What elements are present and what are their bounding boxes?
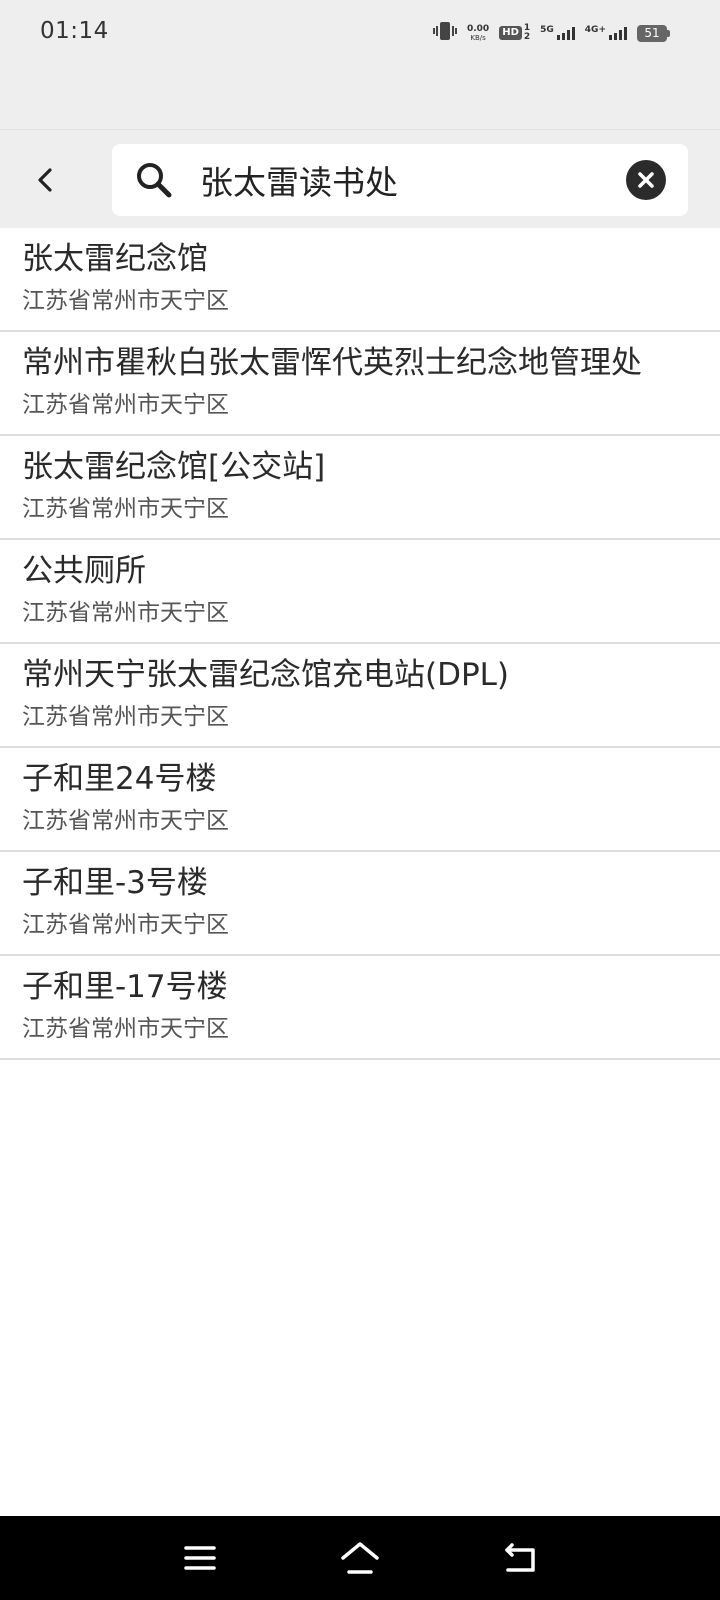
list-item[interactable]: 常州天宁张太雷纪念馆充电站(DPL) 江苏省常州市天宁区 xyxy=(0,644,720,748)
result-address: 江苏省常州市天宁区 xyxy=(22,912,229,938)
vibrate-icon xyxy=(432,20,457,46)
result-address: 江苏省常州市天宁区 xyxy=(22,496,229,522)
status-time: 01:14 xyxy=(40,18,109,44)
net-speed-value: 0.00 xyxy=(466,23,490,34)
hd-label: HD xyxy=(499,26,522,40)
results-list: 张太雷纪念馆 江苏省常州市天宁区 常州市瞿秋白张太雷恽代英烈士纪念地管理处 江苏… xyxy=(0,228,720,1060)
result-address: 江苏省常州市天宁区 xyxy=(22,392,229,418)
list-item[interactable]: 子和里-3号楼 江苏省常州市天宁区 xyxy=(0,852,720,956)
result-title: 张太雷纪念馆 xyxy=(22,241,208,277)
list-item[interactable]: 张太雷纪念馆 江苏省常州市天宁区 xyxy=(0,228,720,332)
home-button[interactable] xyxy=(338,1536,382,1580)
signal-4g-icon: 4G+ xyxy=(585,26,627,40)
back-button[interactable] xyxy=(20,150,70,210)
result-title: 公共厕所 xyxy=(22,553,146,589)
result-title: 常州市瞿秋白张太雷恽代英烈士纪念地管理处 xyxy=(22,345,642,381)
hd-volte-icon: HD 1 2 xyxy=(499,24,530,41)
list-item[interactable]: 张太雷纪念馆[公交站] 江苏省常州市天宁区 xyxy=(0,436,720,540)
menu-icon xyxy=(184,1546,216,1570)
battery-level: 51 xyxy=(637,24,667,42)
result-title: 子和里-17号楼 xyxy=(22,969,228,1005)
result-title: 常州天宁张太雷纪念馆充电站(DPL) xyxy=(22,657,510,693)
list-item[interactable]: 公共厕所 江苏省常州市天宁区 xyxy=(0,540,720,644)
result-title: 张太雷纪念馆[公交站] xyxy=(22,449,326,485)
search-box[interactable] xyxy=(112,144,688,216)
search-header xyxy=(0,130,720,228)
result-title: 子和里-3号楼 xyxy=(22,865,208,901)
result-address: 江苏省常州市天宁区 xyxy=(22,1016,229,1042)
back-nav-button[interactable] xyxy=(498,1536,542,1580)
signal-5g-icon: 5G xyxy=(540,26,575,40)
result-address: 江苏省常州市天宁区 xyxy=(22,808,229,834)
menu-button[interactable] xyxy=(178,1536,222,1580)
clear-search-button[interactable] xyxy=(626,160,666,200)
chevron-left-icon xyxy=(38,168,52,192)
list-item[interactable]: 子和里24号楼 江苏省常州市天宁区 xyxy=(0,748,720,852)
search-icon xyxy=(137,163,172,198)
signal-4g-label: 4G+ xyxy=(584,25,606,35)
list-item[interactable]: 子和里-17号楼 江苏省常州市天宁区 xyxy=(0,956,720,1060)
status-bar: 01:14 0.00 KB/s HD 1 2 5G 4G+ 51 xyxy=(0,0,720,130)
net-speed-unit: KB/s xyxy=(470,33,486,42)
home-icon xyxy=(341,1542,379,1574)
signal-5g-label: 5G xyxy=(540,25,554,35)
status-icons: 0.00 KB/s HD 1 2 5G 4G+ 51 xyxy=(432,20,670,46)
result-title: 子和里24号楼 xyxy=(22,761,217,797)
battery-icon: 51 xyxy=(637,24,670,42)
net-speed: 0.00 KB/s xyxy=(466,23,490,42)
close-icon xyxy=(638,172,654,188)
return-icon xyxy=(505,1543,535,1572)
result-address: 江苏省常州市天宁区 xyxy=(22,288,229,314)
navigation-bar xyxy=(0,1516,720,1600)
result-address: 江苏省常州市天宁区 xyxy=(22,600,229,626)
result-address: 江苏省常州市天宁区 xyxy=(22,704,229,730)
list-item[interactable]: 常州市瞿秋白张太雷恽代英烈士纪念地管理处 江苏省常州市天宁区 xyxy=(0,332,720,436)
search-input[interactable] xyxy=(200,144,600,216)
hd-sub-bottom: 2 xyxy=(523,32,531,42)
